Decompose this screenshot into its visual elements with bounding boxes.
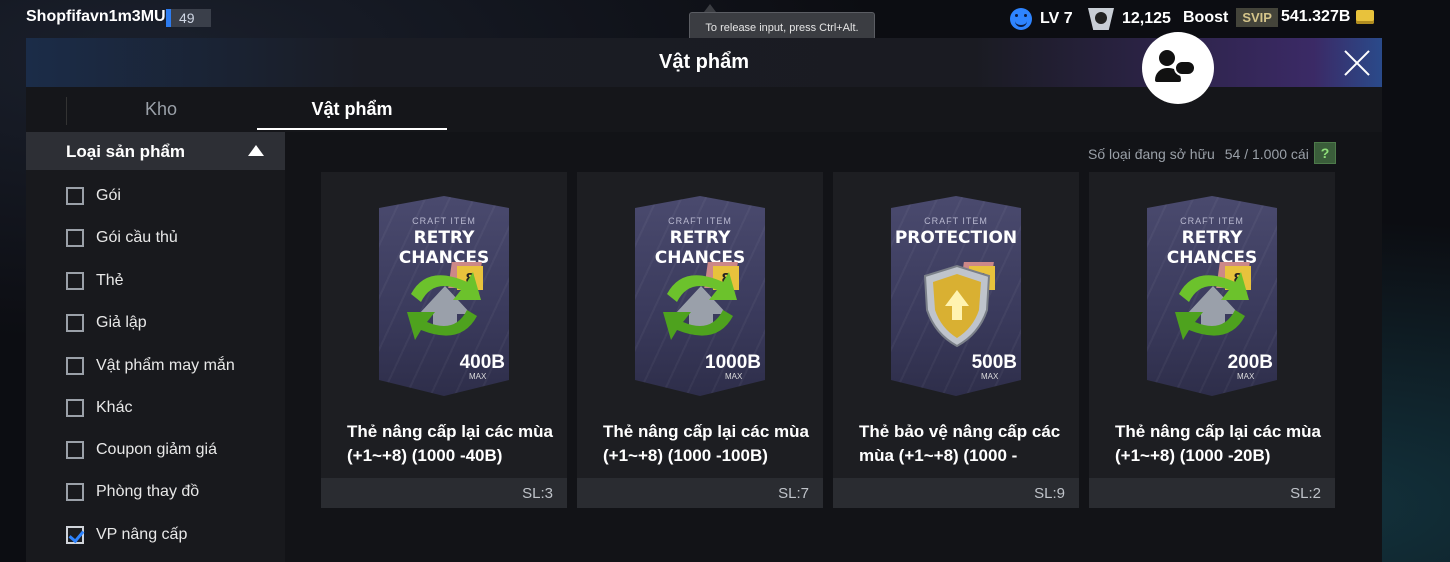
currency-value: 541.327B [1281,8,1351,25]
pack-subtitle: CRAFT ITEM [1180,216,1244,226]
filter-khac[interactable]: Khác [66,396,132,420]
item-name: Thẻ nâng cấp lại các mùa (+1~+8) (1000 -… [603,422,809,465]
retry-arrows-icon: 8 [1175,262,1251,340]
item-card[interactable]: CRAFT ITEM RETRY CHANCES 8 1000B MAX Thẻ… [577,172,823,508]
tab-vat-pham[interactable]: Vật phẩm [257,87,447,132]
filter-label: Gói [96,187,121,204]
filter-gia-lap[interactable]: Giả lập [66,311,147,335]
svip-badge: SVIP [1236,8,1278,27]
filter-vat-pham-may-man[interactable]: Vật phẩm may mắn [66,354,235,378]
item-card[interactable]: CRAFT ITEM RETRY CHANCES 8 400B MAX Thẻ … [321,172,567,508]
item-art: CRAFT ITEM RETRY CHANCES 8 400B MAX [321,172,567,408]
checkbox[interactable] [66,441,84,459]
status-bar: Shopfifavn1m3MU 49 To release input, pre… [0,0,1450,44]
item-art: CRAFT ITEM RETRY CHANCES 8 1000B MAX [577,172,823,408]
shield-icon: 8 [923,262,995,348]
filter-goi[interactable]: Gói [66,184,121,208]
filter-coupon[interactable]: Coupon giảm giá [66,438,217,462]
caret-up-icon [248,145,264,156]
username: Shopfifavn1m3MU [26,8,166,25]
checkbox[interactable] [66,187,84,205]
currency-stat: 541.327B [1281,8,1375,26]
pack-max: MAX [469,372,487,381]
level-stat: LV 7 [1010,8,1073,30]
item-quantity: SL:9 [833,478,1079,508]
pack-subtitle: CRAFT ITEM [412,216,476,226]
pack-price: 400B [459,352,505,373]
level-bar [166,9,171,27]
filter-label: Vật phẩm may mắn [96,357,235,374]
filter-label: Coupon giảm giá [96,441,217,458]
checkbox-checked[interactable] [66,526,84,544]
filter-label: Khác [96,399,133,416]
boost-label: Boost [1183,8,1229,26]
item-name: Thẻ nâng cấp lại các mùa (+1~+8) (1000 -… [1115,422,1321,465]
item-quantity: SL:2 [1089,478,1335,508]
gauge-icon [1088,8,1114,30]
tooltip-arrow [704,4,716,12]
filter-goi-cau-thu[interactable]: Gói cầu thủ [66,226,178,250]
pack-subtitle: CRAFT ITEM [668,216,732,226]
coin-icon [1356,10,1375,24]
pack-price: 500B [971,352,1017,373]
category-header[interactable]: Loại sản phẩm [26,132,285,170]
boost-stat: Boost SVIP [1183,8,1278,27]
category-sidebar: Loại sản phẩm Gói Gói cầu thủ Thẻ Giả lậ… [26,132,285,562]
category-title: Loại sản phẩm [66,142,186,161]
points-value: 12,125 [1122,10,1171,27]
retry-arrows-icon: 8 [663,262,739,340]
retry-arrows-icon: 8 [407,262,483,340]
owned-summary: Số loại đang sở hữu 54 / 1.000 cái [1088,144,1309,164]
item-art: CRAFT ITEM PROTECTION 8 500B MAX [833,172,1079,408]
checkbox[interactable] [66,272,84,290]
help-button[interactable]: ? [1314,142,1336,164]
item-name: Thẻ bảo vệ nâng cấp các mùa (+1~+8) (100… [859,422,1061,465]
checkbox[interactable] [66,357,84,375]
filter-label: Giả lập [96,314,147,331]
pack-max: MAX [981,372,999,381]
filter-the[interactable]: Thẻ [66,269,124,293]
filter-label: Gói cầu thủ [96,229,178,246]
checkbox[interactable] [66,229,84,247]
checkbox[interactable] [66,399,84,417]
support-chat-button[interactable] [1142,32,1214,104]
item-card[interactable]: CRAFT ITEM PROTECTION 8 500B MAX Thẻ bảo… [833,172,1079,508]
points-stat: 12,125 [1088,8,1171,30]
filter-phong-thay-do[interactable]: Phòng thay đồ [66,480,199,504]
filter-label: Phòng thay đồ [96,483,200,500]
filter-label: Thẻ [96,272,124,289]
checkbox[interactable] [66,314,84,332]
owned-count: 54 / 1.000 cái [1224,146,1309,162]
pack-price: 200B [1227,352,1273,373]
user-level-badge: 49 [166,9,211,27]
item-card[interactable]: CRAFT ITEM RETRY CHANCES 8 200B MAX Thẻ … [1089,172,1335,508]
checkbox[interactable] [66,483,84,501]
pack-max: MAX [1237,372,1255,381]
close-button[interactable] [1340,46,1374,80]
user-level-value: 49 [179,10,195,26]
owned-label: Số loại đang sở hữu [1088,146,1215,162]
chat-bubble-icon [1174,60,1196,76]
items-window: Vật phẩm Kho Vật phẩm Loại sản phẩm Gói … [26,32,1382,562]
pack-subtitle: CRAFT ITEM [924,216,988,226]
level-value: LV 7 [1040,10,1073,27]
smile-icon [1010,8,1032,30]
item-art: CRAFT ITEM RETRY CHANCES 8 200B MAX [1089,172,1335,408]
filter-label: VP nâng cấp [96,526,188,543]
pack-max: MAX [725,372,743,381]
item-quantity: SL:3 [321,478,567,508]
tab-kho[interactable]: Kho [66,87,256,132]
filter-vp-nang-cap[interactable]: VP nâng cấp [66,523,187,547]
item-name: Thẻ nâng cấp lại các mùa (+1~+8) (1000 -… [347,422,553,465]
item-quantity: SL:7 [577,478,823,508]
person-icon [1159,50,1175,66]
pack-title: PROTECTION [894,228,1018,248]
pack-price: 1000B [705,352,761,373]
